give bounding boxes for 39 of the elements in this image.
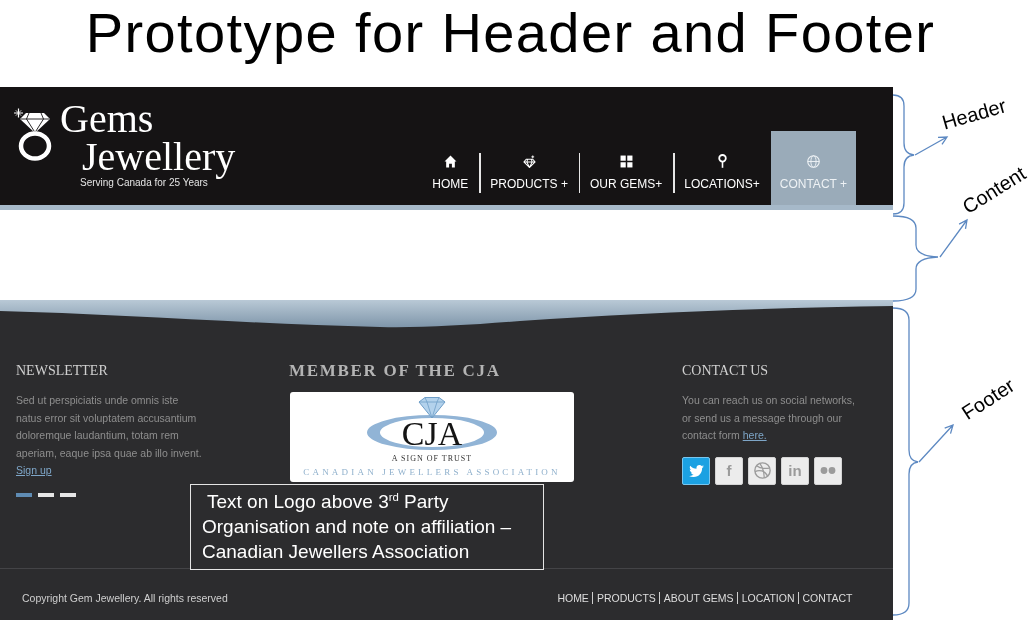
newsletter-text: Sed ut perspiciatis unde omnis iste natus error sit voluptatem accusantium doloremque laudantium, totam rem aperiam, eaque ipsa quae ab illo invent. (16, 393, 203, 461)
slide-indicator[interactable] (38, 492, 54, 497)
signup-link[interactable]: Sign up (16, 462, 52, 480)
brand-name: Jewellery (82, 134, 236, 179)
diamond-icon (522, 155, 536, 168)
bird-icon (688, 464, 704, 477)
contact-text: You can reach us on social networks, or send us a message through our contact form here. (682, 393, 856, 443)
social-link[interactable] (682, 456, 710, 485)
ball-icon (753, 462, 771, 479)
nav-link[interactable]: HOME (421, 131, 480, 205)
social-link[interactable] (748, 456, 776, 485)
footer-link[interactable]: PRODUCTS (592, 591, 660, 604)
house-icon (443, 155, 457, 168)
nav-link[interactable]: PRODUCTS + (479, 131, 579, 205)
footer-link[interactable]: CONTACT (798, 591, 856, 604)
slide-indicator[interactable] (60, 492, 76, 497)
annotation-note: Text on Logo above 3$^{rd}$ Party Organisation and note on affiliation – Canadian Jewellers Association (190, 484, 544, 570)
two-dots-icon (820, 467, 836, 474)
logo-acronym: CJA (401, 419, 463, 449)
section-heading: MEMBER OF THE CJA (289, 363, 501, 379)
brand-name: Gems (60, 104, 154, 134)
logo-caption: CANADIAN JEWELLERS ASSOCIATION (303, 466, 561, 478)
footer-link[interactable]: ABOUT GEMS (659, 591, 738, 604)
contact-form-link[interactable]: here. (742, 429, 767, 441)
map-pin-icon (717, 154, 727, 168)
tagline: Serving Canada for 25 Years (80, 177, 208, 189)
footer-link[interactable]: HOME (553, 591, 593, 604)
logo-motto: A SIGN OF TRUST (391, 453, 473, 464)
slide-title: Prototype for Header and Footer (85, 0, 936, 66)
copyright-text: Copyright Gem Jewellery. All rights reserved (22, 591, 228, 604)
section-heading: NEWSLETTER (16, 363, 108, 379)
footer-link[interactable]: LOCATION (737, 591, 799, 604)
social-link[interactable] (814, 456, 842, 485)
nav-link[interactable]: LOCATIONS+ (673, 131, 771, 205)
section-heading: CONTACT US (682, 363, 769, 379)
annotation-label: Header (939, 93, 1009, 135)
globe-icon (806, 155, 820, 168)
nav-link[interactable]: OUR GEMS+ (578, 131, 674, 205)
grid-icon (619, 155, 633, 168)
